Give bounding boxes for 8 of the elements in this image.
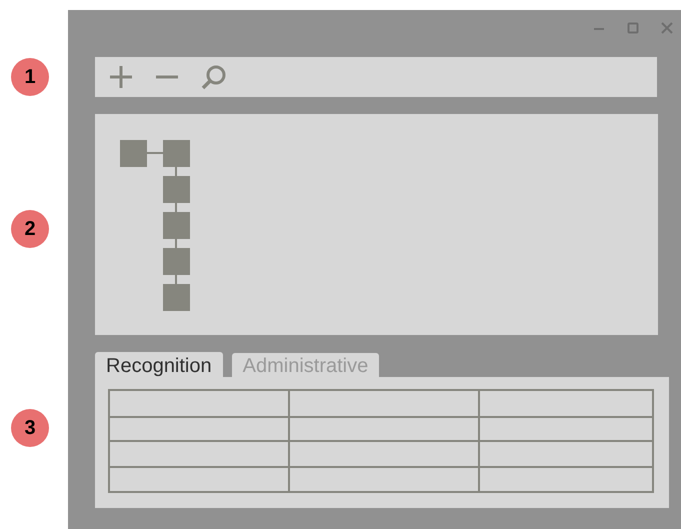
callout-badge: 1: [11, 58, 49, 96]
callout-badge: 2: [11, 210, 49, 248]
search-icon[interactable]: [201, 64, 227, 90]
callout-badge: 3: [11, 409, 49, 447]
maximize-icon[interactable]: [627, 22, 639, 34]
add-icon[interactable]: [109, 65, 133, 89]
tab[interactable]: Recognition: [95, 352, 223, 377]
close-icon[interactable]: [661, 22, 673, 34]
